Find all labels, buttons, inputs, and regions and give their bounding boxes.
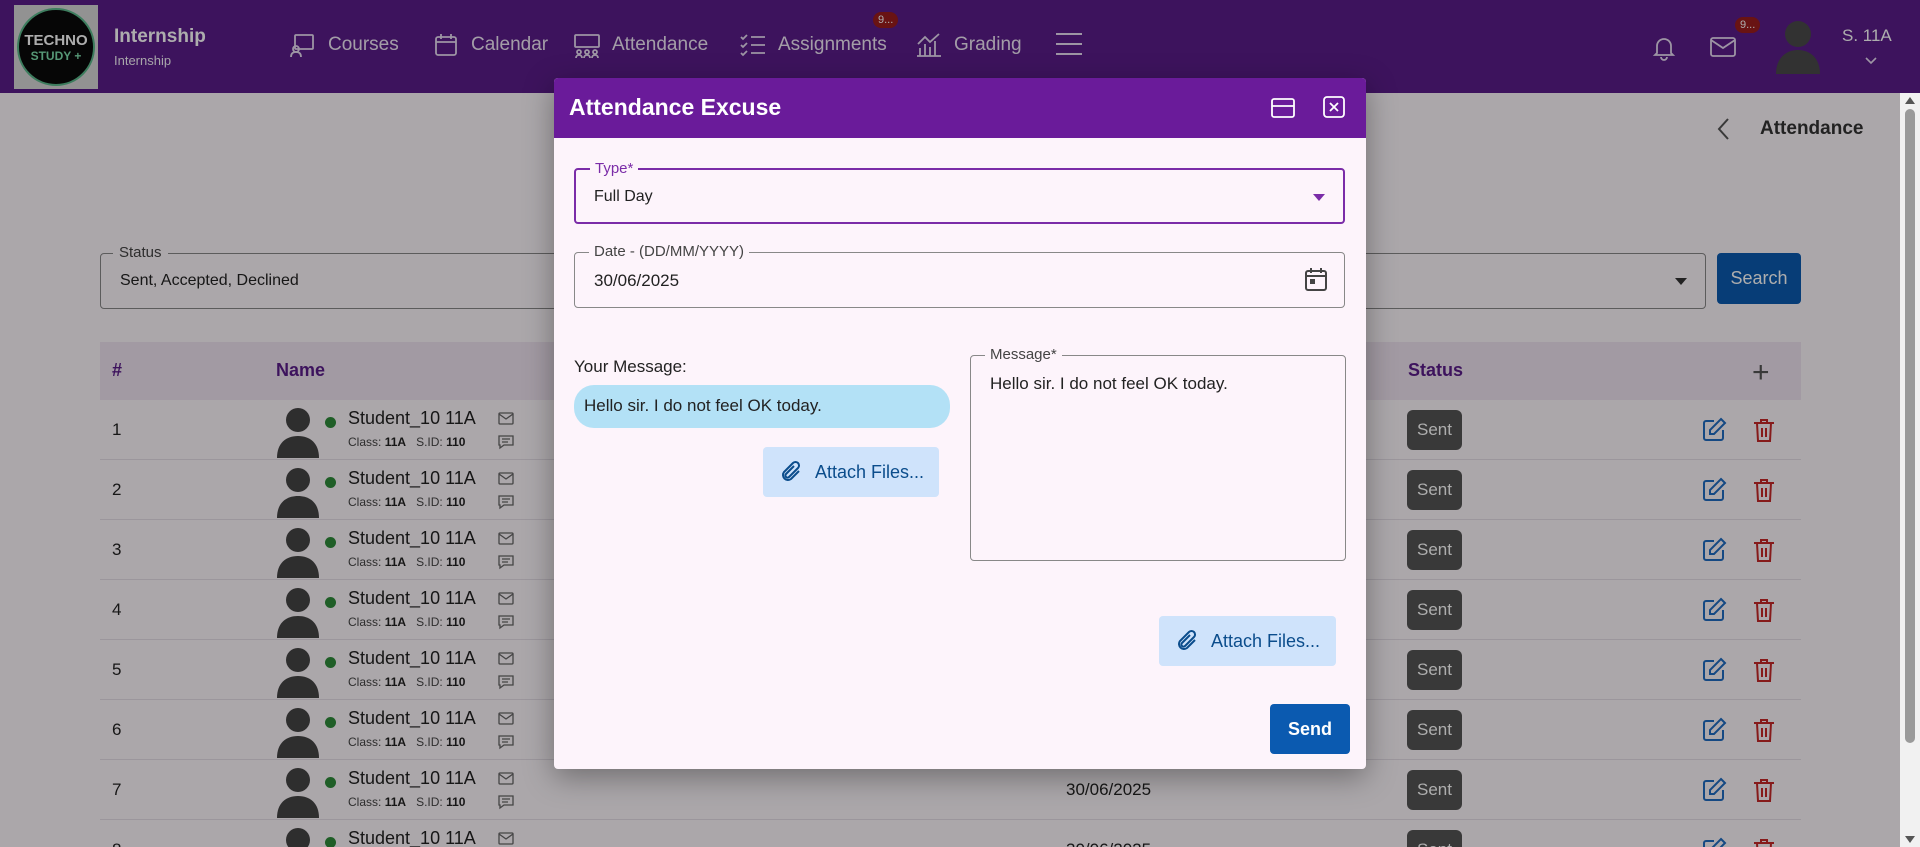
- close-icon[interactable]: [1322, 95, 1346, 119]
- paperclip-icon: [782, 460, 801, 481]
- scroll-up-arrow[interactable]: [1905, 97, 1915, 104]
- page-scrollbar[interactable]: [1900, 93, 1920, 847]
- dropdown-caret-icon: [1313, 194, 1325, 201]
- dialog-header: Attendance Excuse: [554, 78, 1366, 138]
- attach-files-label: Attach Files...: [815, 461, 925, 482]
- date-field[interactable]: Date - (DD/MM/YYYY) 30/06/2025: [574, 243, 1345, 308]
- send-button[interactable]: Send: [1270, 704, 1350, 754]
- dialog-title: Attendance Excuse: [569, 94, 782, 120]
- date-label: Date - (DD/MM/YYYY): [589, 243, 750, 260]
- message-label: Message*: [985, 346, 1062, 363]
- scroll-thumb[interactable]: [1905, 109, 1915, 743]
- attach-files-button[interactable]: Attach Files...: [763, 447, 939, 497]
- type-label: Type*: [590, 160, 639, 177]
- attach-files-label: Attach Files...: [1211, 630, 1321, 651]
- message-value: Hello sir. I do not feel OK today.: [990, 374, 1228, 393]
- your-message-bubble: Hello sir. I do not feel OK today.: [574, 385, 950, 428]
- attendance-excuse-dialog: Attendance Excuse Type* Full Day Date - …: [554, 78, 1366, 769]
- calendar-icon[interactable]: [1304, 266, 1328, 292]
- message-textarea[interactable]: Message* Hello sir. I do not feel OK tod…: [970, 346, 1346, 561]
- type-value: Full Day: [594, 188, 653, 205]
- type-select[interactable]: Type* Full Day: [574, 160, 1345, 224]
- scroll-down-arrow[interactable]: [1905, 836, 1915, 843]
- attach-files-button[interactable]: Attach Files...: [1159, 616, 1336, 666]
- maximize-icon[interactable]: [1270, 96, 1296, 120]
- paperclip-icon: [1178, 629, 1197, 650]
- your-message-label: Your Message:: [574, 357, 687, 376]
- date-value: 30/06/2025: [594, 271, 680, 290]
